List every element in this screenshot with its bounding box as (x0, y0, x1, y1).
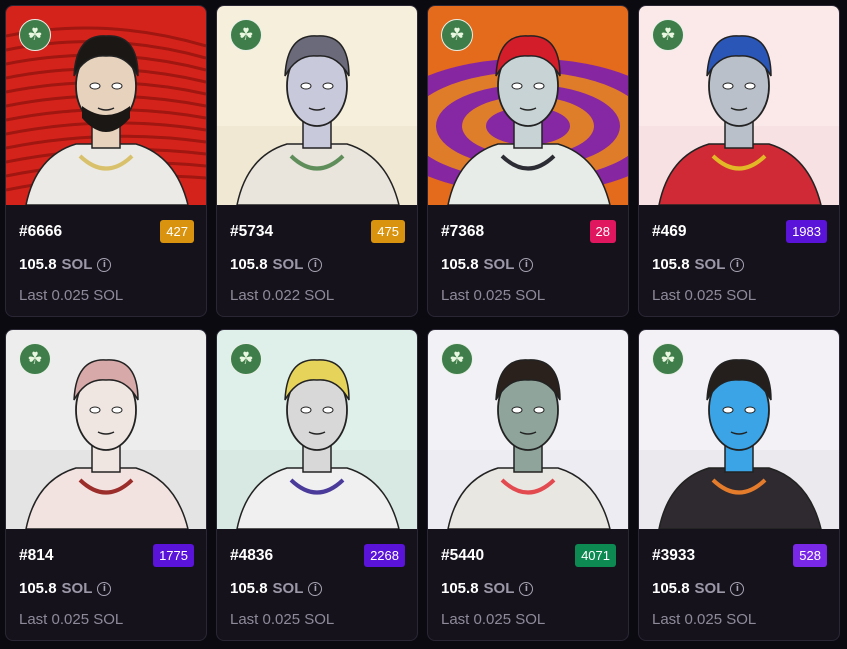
nft-price: 105.8 SOL i (19, 580, 112, 597)
last-sale: Last 0.025 SOL (441, 611, 546, 628)
rarity-rank-badge: 1775 (153, 544, 194, 567)
nft-price: 105.8 SOL i (19, 256, 112, 273)
clover-icon: ☘ (652, 343, 684, 375)
nft-number: #6666 (19, 223, 63, 240)
rarity-rank-badge: 4071 (575, 544, 616, 567)
price-value: 105.8 (441, 256, 479, 273)
last-sale: Last 0.025 SOL (230, 611, 335, 628)
info-icon[interactable]: i (97, 257, 112, 272)
nft-price: 105.8 SOL i (441, 580, 534, 597)
rarity-rank-badge: 28 (589, 220, 616, 243)
price-value: 105.8 (441, 580, 479, 597)
price-currency: SOL (694, 256, 726, 273)
nft-card[interactable]: ☘ #5440 4071 105.8 SOL i Last 0.025 SOL (427, 329, 629, 641)
nft-card[interactable]: ☘ #814 1775 105.8 SOL i Last 0.025 SOL (5, 329, 207, 641)
nft-info: #469 1983 105.8 SOL i Last 0.025 SOL (639, 205, 839, 316)
clover-icon: ☘ (230, 343, 262, 375)
clover-icon: ☘ (441, 19, 473, 51)
rarity-rank-badge: 427 (160, 220, 194, 243)
last-sale: Last 0.022 SOL (230, 287, 335, 304)
price-value: 105.8 (652, 580, 690, 597)
last-sale: Last 0.025 SOL (19, 611, 124, 628)
info-icon[interactable]: i (519, 257, 534, 272)
clover-icon: ☘ (441, 343, 473, 375)
clover-icon: ☘ (230, 19, 262, 51)
price-value: 105.8 (19, 580, 57, 597)
nft-card[interactable]: ☘ #5734 475 105.8 SOL i Last 0.022 SOL (216, 5, 418, 317)
nft-price: 105.8 SOL i (230, 256, 323, 273)
price-value: 105.8 (652, 256, 690, 273)
last-sale: Last 0.025 SOL (441, 287, 546, 304)
nft-price: 105.8 SOL i (652, 256, 745, 273)
price-currency: SOL (61, 580, 93, 597)
info-icon[interactable]: i (730, 257, 745, 272)
nft-card[interactable]: ☘ #3933 528 105.8 SOL i Last 0.025 SOL (638, 329, 840, 641)
price-currency: SOL (61, 256, 93, 273)
nft-price: 105.8 SOL i (230, 580, 323, 597)
price-currency: SOL (483, 580, 515, 597)
info-icon[interactable]: i (730, 581, 745, 596)
price-value: 105.8 (19, 256, 57, 273)
nft-price: 105.8 SOL i (441, 256, 534, 273)
last-sale: Last 0.025 SOL (19, 287, 124, 304)
rarity-rank-badge: 1983 (786, 220, 827, 243)
nft-number: #3933 (652, 547, 696, 564)
nft-info: #6666 427 105.8 SOL i Last 0.025 SOL (6, 205, 206, 316)
nft-info: #3933 528 105.8 SOL i Last 0.025 SOL (639, 529, 839, 640)
nft-card[interactable]: ☘ #4836 2268 105.8 SOL i Last 0.025 SOL (216, 329, 418, 641)
nft-info: #814 1775 105.8 SOL i Last 0.025 SOL (6, 529, 206, 640)
clover-icon: ☘ (19, 343, 51, 375)
info-icon[interactable]: i (519, 581, 534, 596)
price-currency: SOL (694, 580, 726, 597)
price-currency: SOL (272, 256, 304, 273)
nft-card[interactable]: ☘ #7368 28 105.8 SOL i Last 0.025 SOL (427, 5, 629, 317)
rarity-rank-badge: 528 (793, 544, 827, 567)
nft-number: #5440 (441, 547, 485, 564)
price-value: 105.8 (230, 580, 268, 597)
nft-info: #7368 28 105.8 SOL i Last 0.025 SOL (428, 205, 628, 316)
price-value: 105.8 (230, 256, 268, 273)
clover-icon: ☘ (19, 19, 51, 51)
info-icon[interactable]: i (308, 581, 323, 596)
nft-number: #469 (652, 223, 687, 240)
last-sale: Last 0.025 SOL (652, 287, 757, 304)
clover-icon: ☘ (652, 19, 684, 51)
rarity-rank-badge: 475 (371, 220, 405, 243)
nft-card[interactable]: ☘ #6666 427 105.8 SOL i Last 0.025 SOL (5, 5, 207, 317)
price-currency: SOL (272, 580, 304, 597)
nft-number: #814 (19, 547, 54, 564)
last-sale: Last 0.025 SOL (652, 611, 757, 628)
nft-grid: ☘ #6666 427 105.8 SOL i Last 0.025 SOL ☘ #5734 47… (5, 5, 843, 645)
nft-card[interactable]: ☘ #469 1983 105.8 SOL i Last 0.025 SOL (638, 5, 840, 317)
nft-info: #5440 4071 105.8 SOL i Last 0.025 SOL (428, 529, 628, 640)
nft-number: #7368 (441, 223, 485, 240)
nft-info: #4836 2268 105.8 SOL i Last 0.025 SOL (217, 529, 417, 640)
rarity-rank-badge: 2268 (364, 544, 405, 567)
nft-info: #5734 475 105.8 SOL i Last 0.022 SOL (217, 205, 417, 316)
price-currency: SOL (483, 256, 515, 273)
info-icon[interactable]: i (97, 581, 112, 596)
nft-number: #5734 (230, 223, 274, 240)
nft-price: 105.8 SOL i (652, 580, 745, 597)
nft-number: #4836 (230, 547, 274, 564)
info-icon[interactable]: i (308, 257, 323, 272)
